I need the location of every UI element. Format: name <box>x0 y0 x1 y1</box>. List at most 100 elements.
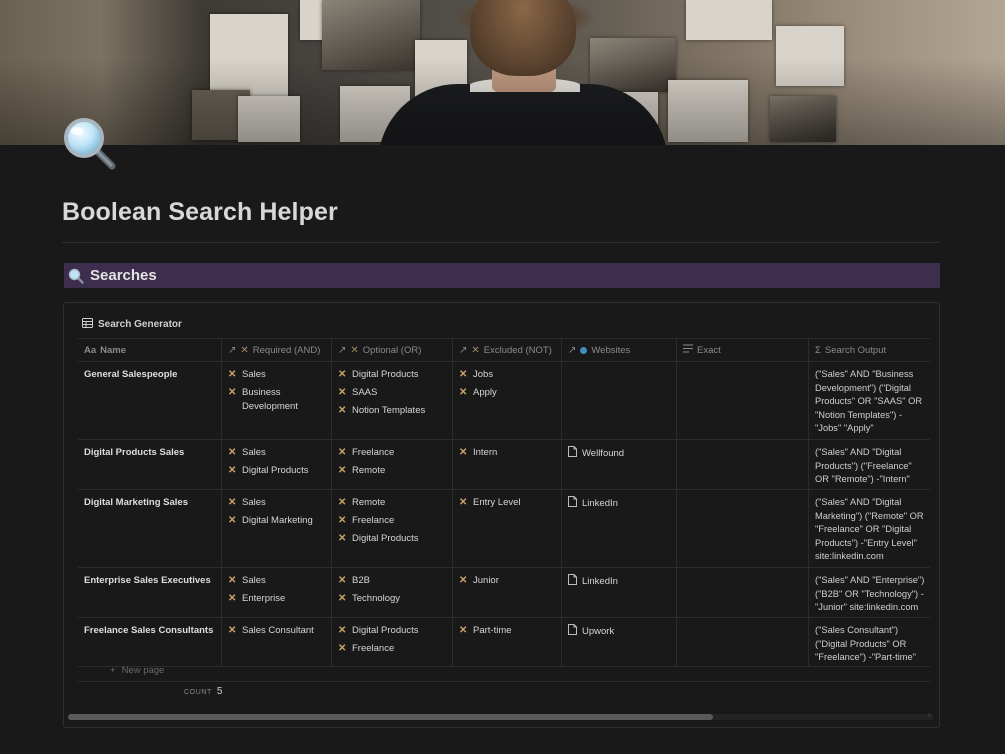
cross-icon: ✕ <box>338 575 347 586</box>
cell-exact[interactable] <box>677 568 809 617</box>
cell-websites[interactable]: Wellfound <box>562 440 677 489</box>
relation-tag[interactable]: ✕ Business Development <box>228 386 326 413</box>
cell-excluded[interactable]: ✕ Junior <box>453 568 562 617</box>
relation-tag-label: Sales <box>242 497 266 508</box>
relation-tag[interactable]: ✕ Sales <box>228 574 326 588</box>
table-row[interactable]: Digital Products Sales ✕ Sales ✕ Digital Pro… <box>78 440 930 490</box>
cell-name[interactable]: Digital Marketing Sales <box>78 490 222 567</box>
view-tab[interactable]: Search Generator <box>82 318 182 331</box>
cell-optional[interactable]: ✕ B2B ✕ Technology <box>332 568 453 617</box>
cell-name[interactable]: Enterprise Sales Executives <box>78 568 222 617</box>
relation-tag[interactable]: ✕ Sales <box>228 446 326 460</box>
cell-exact[interactable] <box>677 440 809 489</box>
relation-tag[interactable]: ✕ Apply <box>459 386 556 400</box>
table-row[interactable]: Freelance Sales Consultants ✕ Sales Consul… <box>78 618 930 667</box>
cover-shade <box>0 0 1005 145</box>
cell-exact[interactable] <box>677 362 809 439</box>
row-name: Digital Marketing Sales <box>84 497 189 508</box>
relation-tag[interactable]: ✕ Intern <box>459 446 556 460</box>
relation-tag[interactable]: ✕ Sales <box>228 496 326 510</box>
cell-websites[interactable]: LinkedIn <box>562 568 677 617</box>
column-header-optional[interactable]: ↗ ✕ Optional (OR) <box>332 339 453 361</box>
cell-required[interactable]: ✕ Sales Consultant <box>222 618 332 666</box>
cell-search-output[interactable]: ("Sales" AND "Enterprise") ("B2B" OR "Te… <box>809 568 930 617</box>
cell-required[interactable]: ✕ Sales ✕ Digital Marketing <box>222 490 332 567</box>
cell-exact[interactable] <box>677 490 809 567</box>
cell-optional[interactable]: ✕ Digital Products ✕ Freelance <box>332 618 453 666</box>
cross-icon: ✕ <box>459 575 468 586</box>
database-view: Search Generator Aa Name ↗ ✕ Required (A… <box>63 302 940 728</box>
cell-exact[interactable] <box>677 618 809 666</box>
cell-excluded[interactable]: ✕ Intern <box>453 440 562 489</box>
table-icon <box>82 318 93 331</box>
relation-tag[interactable]: ✕ Freelance <box>338 514 447 528</box>
relation-tag[interactable]: ✕ Enterprise <box>228 592 326 606</box>
relation-tag[interactable]: ✕ Entry Level <box>459 496 556 510</box>
relation-tag[interactable]: ✕ Notion Templates <box>338 404 447 418</box>
column-header-name[interactable]: Aa Name <box>78 339 222 361</box>
relation-arrow-icon: ↗ <box>568 345 577 356</box>
cell-optional[interactable]: ✕ Remote ✕ Freelance ✕ Digital Products <box>332 490 453 567</box>
relation-tag[interactable]: ✕ Digital Products <box>338 624 447 638</box>
column-header-websites[interactable]: ↗ Websites <box>562 339 677 361</box>
cell-websites[interactable]: LinkedIn <box>562 490 677 567</box>
cell-search-output[interactable]: ("Sales" AND "Business Development") ("D… <box>809 362 930 439</box>
scroll-left-icon[interactable]: ‹ <box>64 712 65 719</box>
website-link[interactable]: LinkedIn <box>568 574 671 590</box>
cell-excluded[interactable]: ✕ Part-time <box>453 618 562 666</box>
relation-tag[interactable]: ✕ SAAS <box>338 386 447 400</box>
relation-tag[interactable]: ✕ Digital Products <box>338 368 447 382</box>
column-header-exact[interactable]: Exact <box>677 339 809 361</box>
column-header-output[interactable]: Σ Search Output <box>809 339 930 361</box>
relation-tag[interactable]: ✕ Digital Products <box>338 532 447 546</box>
cell-required[interactable]: ✕ Sales ✕ Enterprise <box>222 568 332 617</box>
relation-tag[interactable]: ✕ Junior <box>459 574 556 588</box>
scroll-right-icon[interactable]: › <box>928 712 930 719</box>
horizontal-scrollbar[interactable]: ‹ › <box>64 712 939 721</box>
relation-tag[interactable]: ✕ Freelance <box>338 642 447 656</box>
lines-icon <box>683 344 693 358</box>
cell-search-output[interactable]: ("Sales Consultant") ("Digital Products"… <box>809 618 930 666</box>
table-row[interactable]: Enterprise Sales Executives ✕ Sales ✕ Enterp… <box>78 568 930 618</box>
relation-tag[interactable]: ✕ Freelance <box>338 446 447 460</box>
relation-tag-label: Intern <box>473 447 498 458</box>
column-header-required[interactable]: ↗ ✕ Required (AND) <box>222 339 332 361</box>
website-link[interactable]: Upwork <box>568 624 671 640</box>
cell-name[interactable]: Digital Products Sales <box>78 440 222 489</box>
website-link[interactable]: LinkedIn <box>568 496 671 512</box>
column-header-excluded[interactable]: ↗ ✕ Excluded (NOT) <box>453 339 562 361</box>
relation-tag[interactable]: ✕ Digital Products <box>228 464 326 478</box>
new-page-button[interactable]: + New page <box>110 665 164 676</box>
relation-tag[interactable]: ✕ Sales Consultant <box>228 624 326 638</box>
relation-tag[interactable]: ✕ Sales <box>228 368 326 382</box>
cell-name[interactable]: General Salespeople <box>78 362 222 439</box>
scroll-thumb[interactable] <box>68 714 713 720</box>
count-summary[interactable]: COUNT 5 <box>184 686 222 697</box>
cell-websites[interactable] <box>562 362 677 439</box>
relation-tag-label: Sales <box>242 575 266 586</box>
relation-tag[interactable]: ✕ Technology <box>338 592 447 606</box>
relation-tag[interactable]: ✕ Digital Marketing <box>228 514 326 528</box>
cell-websites[interactable]: Upwork <box>562 618 677 666</box>
relation-tag[interactable]: ✕ Remote <box>338 496 447 510</box>
search-output-text: ("Sales" AND "Enterprise") ("B2B" OR "Te… <box>815 575 925 613</box>
cell-optional[interactable]: ✕ Digital Products ✕ SAAS ✕ Notion Templates <box>332 362 453 439</box>
cell-search-output[interactable]: ("Sales" AND "Digital Products") ("Freel… <box>809 440 930 489</box>
website-link[interactable]: Wellfound <box>568 446 671 462</box>
cell-excluded[interactable]: ✕ Entry Level <box>453 490 562 567</box>
relation-tag[interactable]: ✕ B2B <box>338 574 447 588</box>
relation-tag-label: Sales Consultant <box>242 625 314 636</box>
cell-excluded[interactable]: ✕ Jobs ✕ Apply <box>453 362 562 439</box>
cell-required[interactable]: ✕ Sales ✕ Business Development <box>222 362 332 439</box>
magnifying-glass-icon[interactable] <box>62 116 118 172</box>
cell-optional[interactable]: ✕ Freelance ✕ Remote <box>332 440 453 489</box>
relation-tag-label: Jobs <box>473 369 494 380</box>
cell-search-output[interactable]: ("Sales" AND "Digital Marketing") ("Remo… <box>809 490 930 567</box>
table-row[interactable]: Digital Marketing Sales ✕ Sales ✕ Digital Ma… <box>78 490 930 568</box>
cell-required[interactable]: ✕ Sales ✕ Digital Products <box>222 440 332 489</box>
relation-tag[interactable]: ✕ Jobs <box>459 368 556 382</box>
relation-tag[interactable]: ✕ Part-time <box>459 624 556 638</box>
table-row[interactable]: General Salespeople ✕ Sales ✕ Business Devel… <box>78 362 930 440</box>
relation-tag[interactable]: ✕ Remote <box>338 464 447 478</box>
cell-name[interactable]: Freelance Sales Consultants <box>78 618 222 666</box>
